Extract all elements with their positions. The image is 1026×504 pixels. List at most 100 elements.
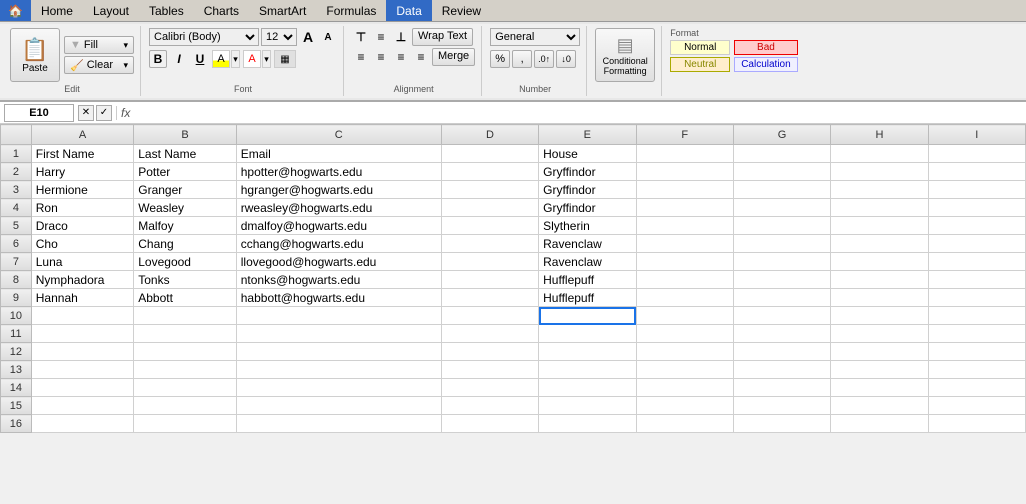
table-row[interactable]: [733, 307, 830, 325]
table-row[interactable]: [733, 379, 830, 397]
table-row[interactable]: [539, 379, 636, 397]
increase-decimal-button[interactable]: .0↑: [534, 50, 554, 68]
table-row[interactable]: [441, 397, 538, 415]
table-row[interactable]: Harry: [31, 163, 134, 181]
table-row[interactable]: [831, 217, 928, 235]
table-row[interactable]: [236, 343, 441, 361]
table-row[interactable]: [733, 361, 830, 379]
table-row[interactable]: [636, 397, 733, 415]
bold-button[interactable]: B: [149, 50, 167, 68]
table-row[interactable]: [928, 307, 1025, 325]
table-row[interactable]: [831, 181, 928, 199]
style-neutral-button[interactable]: Neutral: [670, 57, 730, 72]
menu-layout[interactable]: Layout: [83, 0, 139, 21]
table-row[interactable]: [831, 289, 928, 307]
table-row[interactable]: Slytherin: [539, 217, 636, 235]
table-row[interactable]: [733, 235, 830, 253]
table-row[interactable]: [236, 361, 441, 379]
confirm-formula-button[interactable]: ✓: [96, 105, 112, 121]
table-row[interactable]: [831, 361, 928, 379]
table-row[interactable]: Abbott: [134, 289, 237, 307]
table-row[interactable]: [441, 343, 538, 361]
table-row[interactable]: hpotter@hogwarts.edu: [236, 163, 441, 181]
table-row[interactable]: [733, 325, 830, 343]
table-row[interactable]: [636, 307, 733, 325]
table-row[interactable]: [733, 271, 830, 289]
table-row[interactable]: [636, 343, 733, 361]
table-row[interactable]: [539, 343, 636, 361]
table-row[interactable]: [831, 235, 928, 253]
clear-button[interactable]: 🧹 Clear ▾: [64, 56, 134, 74]
table-row[interactable]: Potter: [134, 163, 237, 181]
table-row[interactable]: Hannah: [31, 289, 134, 307]
table-row[interactable]: [733, 397, 830, 415]
highlight-color-button[interactable]: A: [212, 50, 230, 68]
table-row[interactable]: [733, 415, 830, 433]
table-row[interactable]: Hufflepuff: [539, 271, 636, 289]
table-row[interactable]: [441, 361, 538, 379]
row-header-1[interactable]: 1: [1, 145, 32, 163]
cell-reference-box[interactable]: [4, 104, 74, 122]
table-row[interactable]: [928, 397, 1025, 415]
table-row[interactable]: [831, 325, 928, 343]
table-row[interactable]: [928, 217, 1025, 235]
table-row[interactable]: [928, 379, 1025, 397]
table-row[interactable]: hgranger@hogwarts.edu: [236, 181, 441, 199]
table-row[interactable]: [236, 307, 441, 325]
align-justify-button[interactable]: ≡: [412, 48, 430, 66]
font-color-dropdown[interactable]: ▾: [262, 50, 271, 68]
cancel-formula-button[interactable]: ✕: [78, 105, 94, 121]
table-row[interactable]: [831, 397, 928, 415]
table-row[interactable]: [236, 397, 441, 415]
row-header-13[interactable]: 13: [1, 361, 32, 379]
table-row[interactable]: [31, 397, 134, 415]
table-row[interactable]: [441, 217, 538, 235]
table-row[interactable]: [831, 307, 928, 325]
align-bottom-button[interactable]: ⊥: [392, 28, 410, 46]
row-header-5[interactable]: 5: [1, 217, 32, 235]
align-center-button[interactable]: ≡: [372, 48, 390, 66]
table-row[interactable]: [733, 145, 830, 163]
align-middle-button[interactable]: ≡: [372, 28, 390, 46]
table-row[interactable]: cchang@hogwarts.edu: [236, 235, 441, 253]
table-row[interactable]: [636, 289, 733, 307]
conditional-formatting-button[interactable]: ▤ ConditionalFormatting: [595, 28, 655, 82]
highlight-color-dropdown[interactable]: ▾: [231, 50, 240, 68]
table-row[interactable]: [134, 379, 237, 397]
table-row[interactable]: [441, 145, 538, 163]
col-header-i[interactable]: I: [928, 125, 1025, 145]
table-row[interactable]: Luna: [31, 253, 134, 271]
table-row[interactable]: [134, 307, 237, 325]
table-row[interactable]: Granger: [134, 181, 237, 199]
paste-button[interactable]: 📋 Paste: [10, 28, 60, 82]
table-row[interactable]: Draco: [31, 217, 134, 235]
table-row[interactable]: [733, 199, 830, 217]
align-top-button[interactable]: ⊤: [352, 28, 370, 46]
table-row[interactable]: [441, 253, 538, 271]
wrap-text-button[interactable]: Wrap Text: [412, 28, 473, 46]
table-row[interactable]: Nymphadora: [31, 271, 134, 289]
table-row[interactable]: [31, 361, 134, 379]
row-header-6[interactable]: 6: [1, 235, 32, 253]
table-row[interactable]: Ravenclaw: [539, 253, 636, 271]
table-row[interactable]: [636, 235, 733, 253]
table-row[interactable]: [236, 379, 441, 397]
table-row[interactable]: [831, 253, 928, 271]
table-row[interactable]: [831, 379, 928, 397]
decrease-decimal-button[interactable]: ↓0: [556, 50, 576, 68]
table-row[interactable]: [928, 325, 1025, 343]
table-row[interactable]: [928, 343, 1025, 361]
table-row[interactable]: [636, 217, 733, 235]
table-row[interactable]: rweasley@hogwarts.edu: [236, 199, 441, 217]
col-header-d[interactable]: D: [441, 125, 538, 145]
table-row[interactable]: [134, 325, 237, 343]
col-header-c[interactable]: C: [236, 125, 441, 145]
table-row[interactable]: [831, 415, 928, 433]
borders-button[interactable]: ▦: [274, 50, 296, 68]
table-row[interactable]: [31, 343, 134, 361]
merge-button[interactable]: Merge: [432, 48, 475, 66]
table-row[interactable]: [236, 415, 441, 433]
table-row[interactable]: [831, 199, 928, 217]
table-row[interactable]: [441, 235, 538, 253]
table-row[interactable]: [236, 325, 441, 343]
